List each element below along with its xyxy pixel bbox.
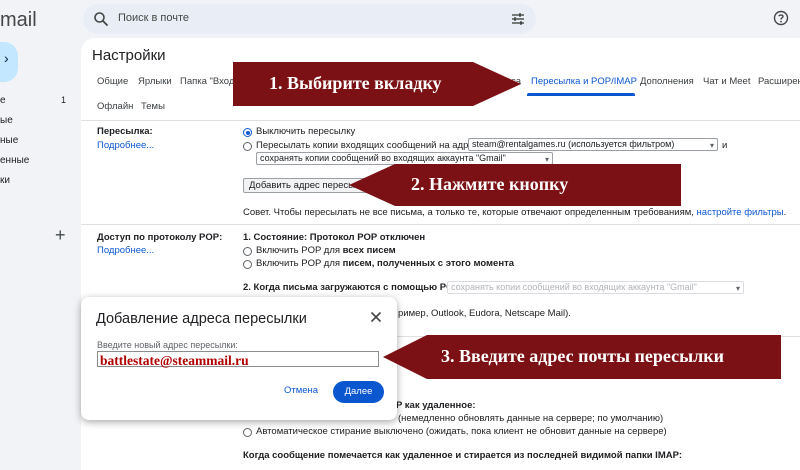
- forwarding-enable-radio[interactable]: [243, 142, 252, 151]
- add-label-plus-icon[interactable]: +: [55, 225, 66, 246]
- tab-filters[interactable]: са: [511, 76, 521, 87]
- forwarding-disable-label: Выключить пересылку: [256, 126, 356, 137]
- left-sidebar: mail › е 1 ые ные енные ки +: [0, 0, 80, 470]
- pop-step3-tail: ример, Outlook, Eudora, Netscape Mail).: [398, 308, 571, 319]
- pop-more-link[interactable]: Подробнее...: [97, 245, 154, 256]
- search-input[interactable]: Поиск в почте: [118, 12, 189, 24]
- pop-step2: 2. Когда письма загружаются с помощью PO…: [243, 282, 460, 293]
- tab-forwarding-pop-imap[interactable]: Пересылка и POP/IMAP: [531, 76, 637, 87]
- forward-address-value: steam@rentalgames.ru (используется фильт…: [472, 139, 675, 149]
- imap-deleted-opt2: Автоматическое стирание выключено (ожида…: [256, 426, 667, 437]
- sidebar-item-starred[interactable]: ые: [0, 115, 13, 126]
- chevron-down-icon: ▾: [709, 141, 714, 150]
- add-forwarding-address-button[interactable]: Добавить адрес пересылки: [243, 178, 376, 193]
- sidebar-item-drafts[interactable]: ки: [0, 175, 10, 186]
- sidebar-item-inbox-count: 1: [61, 95, 67, 105]
- pop-new-bold: писем, полученных с этого момента: [342, 258, 515, 269]
- pop-status: 1. Состояние: Протокол POP отключен: [243, 232, 426, 243]
- tab-chat-meet[interactable]: Чат и Meet: [703, 76, 750, 87]
- imap-expunge-label: Когда сообщение помечается как удаленное…: [243, 450, 683, 461]
- page-title: Настройки: [92, 47, 166, 64]
- forwarding-and-text: и: [722, 140, 728, 151]
- forwarding-address-input[interactable]: [98, 354, 378, 368]
- forwarding-address-field[interactable]: [97, 351, 379, 368]
- tab-labels[interactable]: Ярлыки: [138, 76, 172, 87]
- active-tab-indicator: [527, 93, 635, 96]
- help-icon[interactable]: [773, 10, 789, 26]
- close-icon[interactable]: [370, 311, 382, 323]
- imap-autoexpunge-off-radio[interactable]: [243, 428, 252, 437]
- tab-inbox[interactable]: Папка "Вход: [180, 76, 234, 87]
- pop-step2-value: сохранять копии сообщений во входящих ак…: [451, 282, 697, 292]
- forwarding-label: Пересылка:: [97, 126, 153, 137]
- dialog-next-button[interactable]: Далее: [333, 381, 384, 403]
- tab-general[interactable]: Общие: [97, 76, 128, 87]
- add-forwarding-dialog: Добавление адреса пересылки Введите новы…: [81, 297, 397, 420]
- forwarding-disable-radio[interactable]: [243, 128, 252, 137]
- forwarding-tip-text: Совет. Чтобы пересылать не все письма, а…: [243, 207, 694, 218]
- pop-new-label: Включить POP для писем, полученных с это…: [256, 258, 514, 269]
- create-filters-link[interactable]: настройте фильтры: [697, 207, 784, 218]
- keep-copy-value: сохранять копии сообщений во входящих ак…: [260, 153, 506, 163]
- app-brand: mail: [0, 9, 37, 31]
- pop-label: Доступ по протоколу POP:: [97, 232, 223, 243]
- section-divider-1: [81, 224, 800, 225]
- forwarding-tip: Совет. Чтобы пересылать не все письма, а…: [243, 207, 786, 218]
- tab-offline[interactable]: Офлайн: [97, 101, 133, 112]
- tab-themes[interactable]: Темы: [141, 101, 165, 112]
- pop-new-radio[interactable]: [243, 260, 252, 269]
- compose-chevron-icon: ›: [4, 50, 9, 66]
- chevron-down-icon: ▾: [544, 155, 549, 164]
- tab-advanced[interactable]: Расширен: [758, 76, 800, 87]
- forwarding-enable-label: Пересылать копии входящих сообщений на а…: [256, 140, 479, 151]
- search-bar[interactable]: Поиск в почте: [83, 4, 536, 34]
- sidebar-item-snoozed[interactable]: ные: [0, 135, 18, 146]
- sidebar-item-sent[interactable]: енные: [0, 155, 29, 166]
- dialog-title: Добавление адреса пересылки: [96, 311, 307, 327]
- pop-all-label: Включить POP для всех писем: [256, 245, 396, 256]
- pop-new-prefix: Включить POP для: [256, 258, 343, 269]
- pop-all-prefix: Включить POP для: [256, 245, 343, 256]
- sidebar-item-inbox[interactable]: е: [0, 95, 6, 106]
- tabs-divider: [81, 120, 800, 121]
- search-options-icon[interactable]: [510, 11, 526, 27]
- pop-all-radio[interactable]: [243, 247, 252, 256]
- forwarding-tip-end: .: [783, 207, 787, 218]
- imap-deleted-opt1: (немедленно обновлять данные на сервере;…: [398, 413, 664, 424]
- pop-all-bold: всех писем: [342, 245, 396, 256]
- compose-button[interactable]: ›: [0, 42, 18, 82]
- pop-step2-select[interactable]: сохранять копии сообщений во входящих ак…: [447, 281, 744, 294]
- search-icon[interactable]: [93, 11, 109, 27]
- imap-deleted-label: P как удаленное:: [396, 400, 476, 411]
- tab-addons[interactable]: Дополнения: [640, 76, 694, 87]
- chevron-down-icon: ▾: [735, 284, 740, 293]
- keep-copy-select[interactable]: сохранять копии сообщений во входящих ак…: [256, 152, 553, 165]
- forwarding-more-link[interactable]: Подробнее...: [97, 140, 154, 151]
- forward-address-select[interactable]: steam@rentalgames.ru (используется фильт…: [468, 138, 718, 151]
- dialog-cancel-button[interactable]: Отмена: [284, 385, 318, 396]
- dialog-input-label: Введите новый адрес пересылки:: [97, 340, 238, 350]
